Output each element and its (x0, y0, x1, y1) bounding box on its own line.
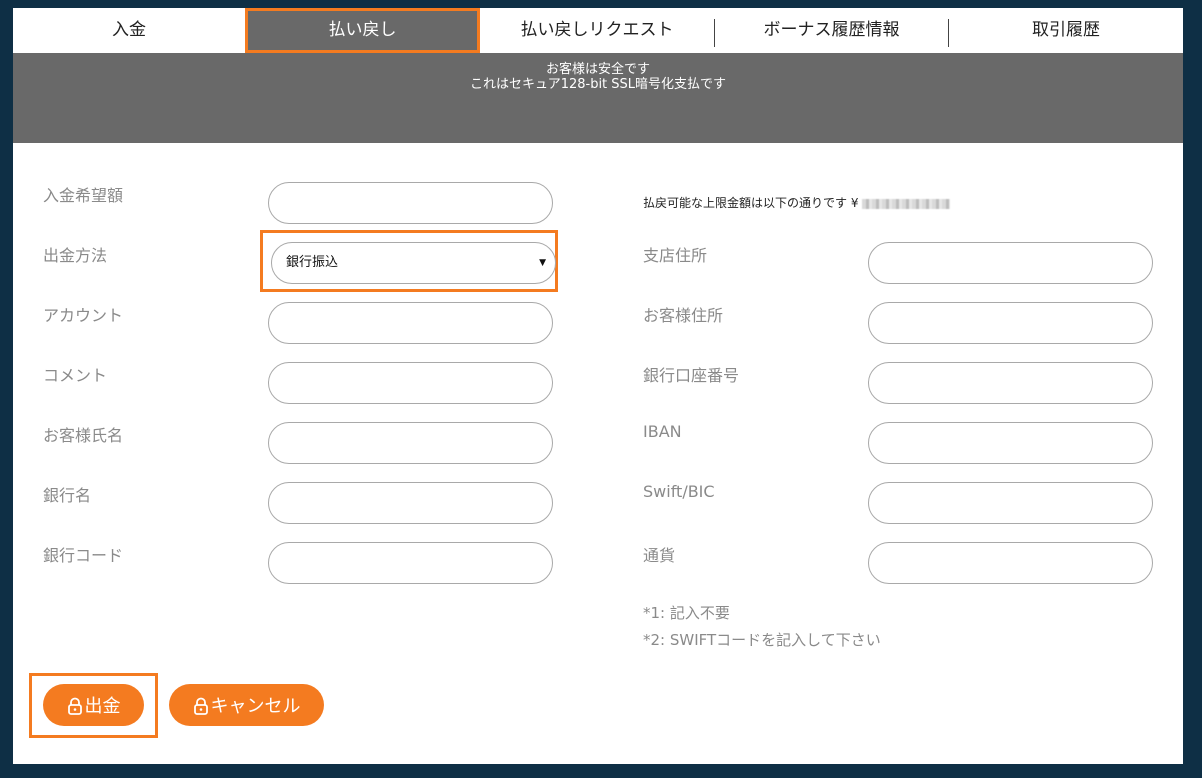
security-banner-line1: お客様は安全です (545, 62, 650, 77)
withdrawal-method-highlight: 銀行振込 ▼ (260, 230, 558, 292)
customer-address-label: お客様住所 (643, 306, 724, 325)
comment-input[interactable] (268, 362, 553, 404)
caret-down-icon: ▼ (539, 258, 546, 268)
branch-address-input[interactable] (868, 242, 1153, 284)
bank-code-input[interactable] (268, 542, 553, 584)
tab-bar: 入金 払い戻し 払い戻しリクエスト ボーナス履歴情報 取引履歴 (13, 8, 1183, 53)
deposit-amount-input[interactable] (268, 182, 553, 224)
withdrawal-limit-label: 払戻可能な上限金額は以下の通りです ¥ (643, 196, 859, 210)
withdrawal-method-select[interactable]: 銀行振込 ▼ (271, 242, 556, 284)
customer-name-input[interactable] (268, 422, 553, 464)
customer-name-label: お客様氏名 (43, 426, 124, 445)
withdrawal-method-value: 銀行振込 (286, 255, 339, 270)
branch-address-label: 支店住所 (643, 246, 708, 265)
account-label: アカウント (43, 306, 124, 325)
security-banner-line2: これはセキュア128-bit SSL暗号化支払です (469, 77, 727, 92)
bank-name-input[interactable] (268, 482, 553, 524)
tab-deposit[interactable]: 入金 (13, 8, 245, 53)
customer-address-input[interactable] (868, 302, 1153, 344)
lock-icon (193, 697, 208, 715)
cancel-button-label: キャンセル (210, 696, 301, 716)
comment-label: コメント (43, 366, 108, 385)
swift-bic-label: Swift/BIC (643, 482, 715, 501)
tab-bonus-history[interactable]: ボーナス履歴情報 (715, 8, 948, 53)
cancel-button[interactable]: キャンセル (169, 684, 324, 726)
swift-bic-input[interactable] (868, 482, 1153, 524)
account-input[interactable] (268, 302, 553, 344)
currency-input[interactable] (868, 542, 1153, 584)
lock-icon (67, 697, 82, 715)
bank-code-label: 銀行コード (43, 546, 124, 565)
iban-input[interactable] (868, 422, 1153, 464)
iban-label: IBAN (643, 422, 682, 441)
bank-account-number-label: 銀行口座番号 (643, 366, 740, 385)
redacted-amount (862, 198, 951, 209)
withdraw-button-label: 出金 (84, 696, 121, 716)
bank-name-label: 銀行名 (43, 486, 92, 505)
tab-transaction-history[interactable]: 取引履歴 (949, 8, 1183, 53)
withdrawal-panel: 入金 払い戻し 払い戻しリクエスト ボーナス履歴情報 取引履歴 お客様は安全です… (13, 8, 1183, 764)
note-2: *2: SWIFTコードを記入して下さい (643, 631, 881, 649)
security-banner: お客様は安全です これはセキュア128-bit SSL暗号化支払です (13, 53, 1183, 143)
deposit-amount-label: 入金希望額 (43, 186, 124, 205)
tab-withdrawal[interactable]: 払い戻し (245, 8, 480, 53)
note-1: *1: 記入不要 (643, 604, 730, 622)
bank-account-number-input[interactable] (868, 362, 1153, 404)
tab-withdrawal-request[interactable]: 払い戻しリクエスト (480, 8, 714, 53)
currency-label: 通貨 (643, 546, 676, 565)
withdrawal-method-label: 出金方法 (43, 246, 108, 265)
withdraw-button[interactable]: 出金 (43, 684, 144, 726)
withdrawal-limit-text: 払戻可能な上限金額は以下の通りです ¥ (643, 194, 951, 211)
